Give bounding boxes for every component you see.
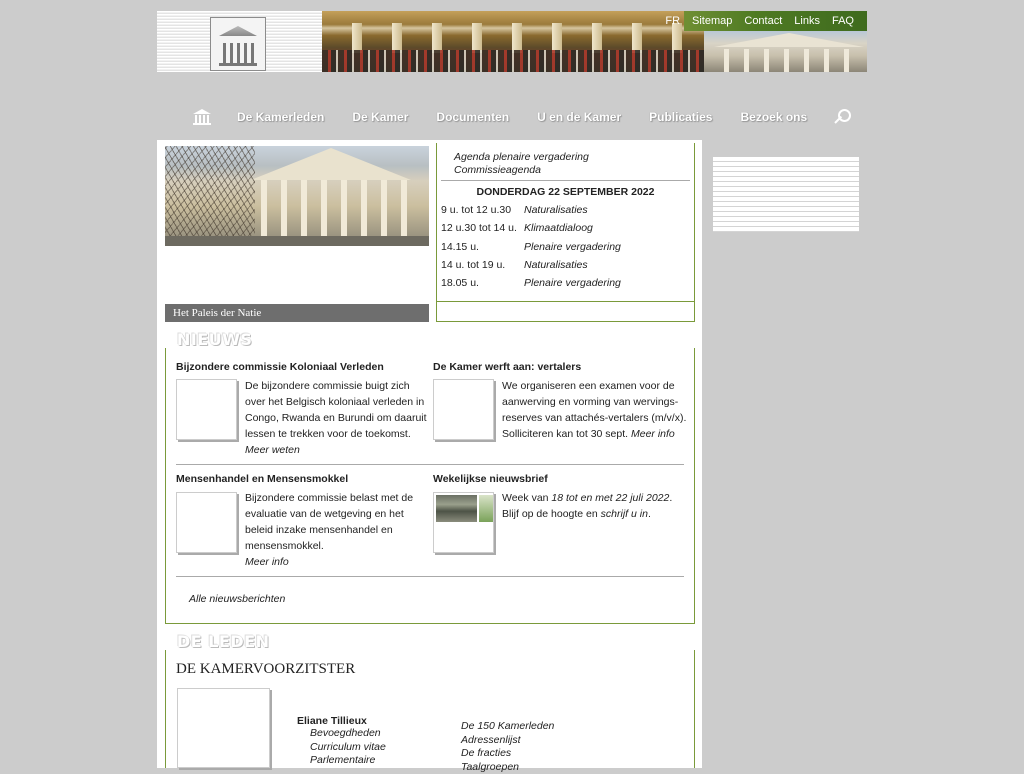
agenda-links: Agenda plenaire vergadering Commissieage… [454,151,589,177]
photo-caption: Het Paleis der Natie [165,304,429,322]
news-text: Week van 18 tot en met 22 juli 2022. Bli… [502,490,684,522]
news-divider [176,576,684,577]
news-text: De bijzondere commissie buigt zich over … [245,378,430,458]
hemicycle-photo [322,11,704,72]
topnav-faq[interactable]: FAQ [832,15,854,27]
agenda-time: 12 u.30 tot 14 u. [441,222,524,234]
agenda-time: 9 u. tot 12 u.30 [441,204,524,216]
news-text: We organiseren een examen voor de aanwer… [502,378,687,442]
nav-de-kamer[interactable]: De Kamer [352,110,408,124]
nav-bezoek-ons[interactable]: Bezoek ons [740,110,807,124]
agenda-item-link[interactable]: Plenaire vergadering [524,241,621,253]
news-title: Wekelijkse nieuwsbrief [433,473,548,485]
news-thumbnail[interactable] [176,379,237,440]
nav-u-en-de-kamer[interactable]: U en de Kamer [537,110,621,124]
home-icon[interactable] [193,109,211,125]
news-title: De Kamer werft aan: vertalers [433,361,581,373]
agenda-time: 14 u. tot 19 u. [441,259,524,271]
president-name: Eliane Tillieux [297,715,367,727]
agenda-divider [441,180,690,181]
member-links: De 150 Kamerleden Adressenlijst De fract… [461,720,554,774]
newsletter-thumbnail[interactable] [433,492,494,553]
president-links: Bevoegdheden Curriculum vitae Parlementa… [310,727,386,768]
sidebar-placeholder [713,157,859,232]
agenda-row: 14 u. tot 19 u.Naturalisaties [441,259,588,271]
topnav-fr[interactable]: FR [665,15,680,27]
topnav-links[interactable]: Links [794,15,820,27]
agenda-item-link[interactable]: Klimaatdialoog [524,222,593,234]
president-link[interactable]: Bevoegdheden [310,727,386,741]
agenda-time: 18.05 u. [441,277,524,289]
agenda-row: 14.15 u.Plenaire vergadering [441,241,621,253]
main-navigation: De Kamerleden De Kamer Documenten U en d… [157,105,867,129]
committee-agenda-link[interactable]: Commissieagenda [454,164,589,177]
nav-kamerleden[interactable]: De Kamerleden [237,110,324,124]
president-link[interactable]: Curriculum vitae [310,741,386,755]
nav-publicaties[interactable]: Publicaties [649,110,712,124]
all-news-link[interactable]: Alle nieuwsberichten [189,593,285,605]
chamber-logo[interactable] [210,17,266,71]
president-photo[interactable] [177,688,270,768]
agenda-time: 14.15 u. [441,241,524,253]
member-link[interactable]: Taalgroepen [461,761,554,774]
member-link[interactable]: Adressenlijst [461,734,554,748]
search-icon[interactable] [835,109,851,125]
news-thumbnail[interactable] [176,492,237,553]
nav-documenten[interactable]: Documenten [436,110,509,124]
member-link[interactable]: De 150 Kamerleden [461,720,554,734]
palace-facade-photo [704,31,867,72]
agenda-date: DONDERDAG 22 SEPTEMBER 2022 [441,186,690,198]
news-title: Bijzondere commissie Koloniaal Verleden [176,361,384,373]
agenda-row: 9 u. tot 12 u.30Naturalisaties [441,204,588,216]
agenda-item-link[interactable]: Naturalisaties [524,259,588,271]
agenda-item-link[interactable]: Naturalisaties [524,204,588,216]
more-link[interactable]: Meer weten [245,444,300,456]
agenda-row: 12 u.30 tot 14 u.Klimaatdialoog [441,222,593,234]
newsletter-week-link[interactable]: 18 tot en met 22 juli 2022 [551,492,669,504]
news-body: Week van [502,492,549,504]
news-thumbnail[interactable] [433,379,494,440]
news-body: Bijzondere commissie belast met de evalu… [245,492,413,552]
top-navigation: FR Sitemap Contact Links FAQ [684,11,867,31]
more-link[interactable]: Meer info [631,428,675,440]
news-title: Mensenhandel en Mensensmokkel [176,473,348,485]
news-heading: NIEUWS [177,330,252,349]
president-title: DE KAMERVOORZITSTER [176,661,355,678]
news-text: Bijzondere commissie belast met de evalu… [245,490,430,570]
agenda-item-link[interactable]: Plenaire vergadering [524,277,621,289]
news-body: De bijzondere commissie buigt zich over … [245,380,427,440]
more-link[interactable]: Meer info [245,554,430,570]
topnav-sitemap[interactable]: Sitemap [692,15,732,27]
topnav-contact[interactable]: Contact [744,15,782,27]
agenda-row: 18.05 u.Plenaire vergadering [441,277,621,289]
agenda-plenary-link[interactable]: Agenda plenaire vergadering [454,151,589,164]
subscribe-link[interactable]: schrijf u in [601,508,648,520]
news-body: . [648,508,651,520]
president-link[interactable]: Parlementaire [310,754,386,768]
members-heading: DE LEDEN [177,632,270,651]
palace-photo [165,146,429,246]
member-link[interactable]: De fracties [461,747,554,761]
news-divider [176,464,684,465]
